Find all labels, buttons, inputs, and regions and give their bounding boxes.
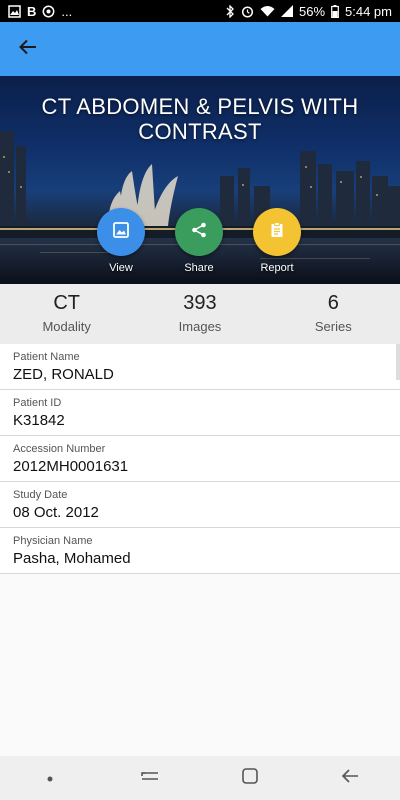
share-action[interactable]: Share: [169, 208, 229, 274]
stat-images-value: 393: [183, 292, 217, 314]
status-bar: B ... 56% 5:44 pm: [0, 0, 400, 22]
detail-row-patient-name: Patient Name ZED, RONALD: [0, 344, 400, 390]
status-more: ...: [61, 3, 73, 19]
detail-row-physician-name: Physician Name Pasha, Mohamed: [0, 528, 400, 574]
study-title: CT ABDOMEN & PELVIS WITH CONTRAST: [41, 94, 359, 144]
detail-label: Study Date: [13, 489, 68, 501]
detail-value: 08 Oct. 2012: [13, 504, 99, 521]
stat-series-value: 6: [327, 292, 339, 314]
report-label: Report: [260, 262, 294, 274]
share-label: Share: [184, 262, 214, 274]
stat-series-caption: Series: [314, 319, 352, 334]
detail-value: ZED, RONALD: [13, 366, 114, 383]
stat-modality-caption: Modality: [42, 319, 91, 334]
report-button[interactable]: [253, 208, 301, 256]
stat-images: 393 Images: [133, 284, 266, 344]
recent-apps-icon: [140, 768, 160, 789]
back-icon: [341, 768, 359, 789]
home-icon: [241, 767, 259, 790]
recent-apps-button[interactable]: [130, 758, 170, 798]
view-button[interactable]: [97, 208, 145, 256]
back-button[interactable]: [14, 35, 42, 63]
detail-value: Pasha, Mohamed: [13, 550, 131, 567]
status-right: 56% 5:44 pm: [226, 4, 392, 19]
battery-percent: 56%: [298, 3, 326, 19]
bluetooth-icon: [226, 4, 235, 18]
whatsapp-icon: [42, 5, 55, 18]
stat-series: 6 Series: [267, 284, 400, 344]
b-icon: B: [27, 3, 37, 19]
detail-label: Patient Name: [13, 351, 80, 363]
detail-label: Accession Number: [13, 443, 106, 455]
share-button[interactable]: [175, 208, 223, 256]
status-left: B ...: [8, 4, 72, 19]
study-header: CT ABDOMEN & PELVIS WITH CONTRAST View S…: [0, 76, 400, 284]
system-nav-bar: [0, 756, 400, 800]
detail-label: Patient ID: [13, 397, 62, 409]
nav-dot-button[interactable]: [30, 758, 70, 798]
view-label: View: [109, 262, 133, 274]
app-bar: [0, 22, 400, 76]
detail-row-patient-id: Patient ID K31842: [0, 390, 400, 436]
study-stats: CT Modality 393 Images 6 Series: [0, 284, 400, 344]
signal-icon: [280, 5, 293, 17]
home-button[interactable]: [230, 758, 270, 798]
detail-label: Physician Name: [13, 535, 93, 547]
system-back-button[interactable]: [330, 758, 370, 798]
detail-row-accession-number: Accession Number 2012MH0001631: [0, 436, 400, 482]
stat-modality: CT Modality: [0, 284, 133, 344]
report-action[interactable]: Report: [247, 208, 307, 274]
stat-images-caption: Images: [178, 319, 222, 334]
study-details: Patient Name ZED, RONALD Patient ID K318…: [0, 344, 400, 574]
scrollbar[interactable]: [396, 344, 400, 380]
status-time: 5:44 pm: [345, 3, 392, 19]
arrow-back-icon: [18, 37, 38, 62]
image-icon: [112, 221, 130, 244]
share-icon: [190, 221, 208, 244]
image-icon: [8, 4, 21, 18]
wifi-icon: [260, 5, 275, 17]
stat-modality-value: CT: [53, 292, 80, 314]
detail-value: 2012MH0001631: [13, 458, 129, 475]
detail-row-study-date: Study Date 08 Oct. 2012: [0, 482, 400, 528]
alarm-icon: [241, 5, 254, 18]
view-action[interactable]: View: [91, 208, 151, 274]
battery-icon: [331, 4, 339, 18]
dot-icon: [47, 769, 53, 787]
detail-value: K31842: [13, 412, 65, 429]
clipboard-icon: [268, 221, 286, 244]
